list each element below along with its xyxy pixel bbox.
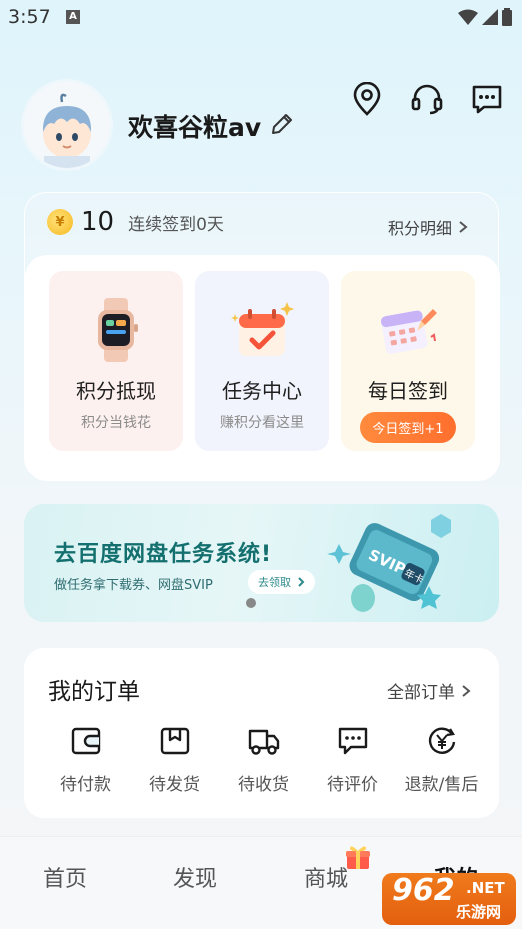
watermark-net: .NET	[466, 879, 505, 897]
location-pin-icon[interactable]	[350, 82, 384, 116]
banner-claim-label: 去领取	[258, 576, 291, 589]
headset-support-icon[interactable]	[410, 82, 444, 116]
top-actions	[350, 82, 504, 116]
orders-title: 我的订单	[48, 679, 140, 705]
banner-title: 去百度网盘任务系统!	[54, 542, 273, 567]
points-tiles: 积分抵现 积分当钱花 任务中心 赚积分看这里 每日签到 今日签到+1	[49, 271, 475, 451]
banner-claim-button[interactable]: 去领取	[248, 570, 315, 594]
order-label: 待发货	[149, 775, 200, 795]
svip-ticket-illustration: SVIP 年卡	[327, 514, 451, 612]
all-orders-link[interactable]: 全部订单	[387, 678, 471, 703]
order-status-list: 待付款 待发货 待收货 待评价 退款/售后	[24, 726, 499, 795]
nav-mall[interactable]: 商城	[304, 861, 348, 893]
refund-icon	[428, 727, 455, 754]
checkin-streak: 连续签到0天	[128, 214, 224, 235]
promo-banner[interactable]: 去百度网盘任务系统! 做任务拿下载券、网盘SVIP 去领取 SVIP 年卡	[24, 504, 499, 622]
points-header: ¥ 10 连续签到0天	[47, 207, 224, 237]
daily-checkin-button[interactable]: 今日签到+1	[360, 412, 456, 443]
avatar[interactable]	[24, 82, 110, 168]
tile-subtitle: 积分当钱花	[81, 415, 151, 431]
tile-daily-checkin[interactable]: 每日签到 今日签到+1	[341, 271, 475, 451]
system-icons	[458, 8, 512, 26]
watermark-logo: 962 .NET 乐游网	[382, 873, 516, 925]
chevron-right-icon	[462, 684, 471, 697]
tile-title: 任务中心	[222, 379, 302, 403]
chevron-right-icon	[298, 577, 305, 587]
order-label: 退款/售后	[404, 775, 479, 795]
chevron-right-icon	[459, 221, 468, 233]
battery-icon	[502, 8, 512, 26]
tile-points-cash[interactable]: 积分抵现 积分当钱花	[49, 271, 183, 451]
banner-pagination-dot	[246, 598, 256, 608]
nav-discover[interactable]: 发现	[173, 861, 217, 893]
notification-a-icon: A	[66, 10, 80, 24]
order-pending-payment[interactable]: 待付款	[41, 726, 130, 795]
tile-task-center[interactable]: 任务中心 赚积分看这里	[195, 271, 329, 451]
username: 欢喜谷粒av	[128, 113, 262, 142]
truck-icon	[248, 729, 279, 755]
points-detail-link[interactable]: 积分明细	[388, 215, 468, 239]
points-detail-label: 积分明细	[387, 219, 452, 238]
smartwatch-icon	[81, 297, 151, 363]
status-time: 3:57	[8, 6, 51, 28]
order-refund-aftersale[interactable]: 退款/售后	[397, 726, 486, 795]
orders-card: 我的订单 全部订单 待付款 待发货 待收货 待评价 退款/售后	[24, 648, 499, 818]
message-icon[interactable]	[470, 82, 504, 116]
order-pending-review[interactable]: 待评价	[308, 726, 397, 795]
calendar-pen-icon	[373, 297, 443, 363]
nav-home[interactable]: 首页	[43, 861, 87, 893]
wallet-icon	[71, 727, 100, 755]
tile-title: 积分抵现	[76, 379, 156, 403]
tile-subtitle: 赚积分看这里	[220, 415, 304, 431]
bottom-nav: 首页 发现 商城 我的 962 .NET 乐游网	[0, 836, 522, 929]
order-label: 待付款	[60, 775, 111, 795]
order-label: 待评价	[327, 775, 378, 795]
watermark-cn: 乐游网	[456, 903, 502, 921]
avatar-illustration	[24, 82, 110, 168]
points-card: ¥ 10 连续签到0天 积分明细 积分抵现 积分当钱花 任务中心 赚积分看这里 …	[24, 192, 500, 481]
signal-icon	[482, 9, 498, 25]
points-panel: 积分抵现 积分当钱花 任务中心 赚积分看这里 每日签到 今日签到+1	[25, 255, 500, 481]
edit-pencil-icon[interactable]	[269, 111, 295, 141]
watermark-number: 962	[392, 873, 455, 908]
order-label: 待收货	[238, 775, 289, 795]
coin-icon: ¥	[47, 209, 73, 235]
points-value: 10	[81, 207, 115, 237]
banner-subtitle: 做任务拿下载券、网盘SVIP	[54, 578, 213, 593]
calendar-check-icon	[227, 297, 297, 363]
gift-badge-icon	[346, 846, 370, 869]
tile-title: 每日签到	[368, 379, 448, 403]
order-pending-shipment[interactable]: 待发货	[130, 726, 219, 795]
status-bar: 3:57 A	[0, 0, 522, 36]
order-pending-receipt[interactable]: 待收货	[219, 726, 308, 795]
comment-icon	[338, 727, 367, 755]
package-icon	[160, 727, 189, 755]
username-row: 欢喜谷粒av	[128, 108, 295, 144]
all-orders-label: 全部订单	[387, 683, 455, 703]
wifi-icon	[458, 9, 478, 25]
